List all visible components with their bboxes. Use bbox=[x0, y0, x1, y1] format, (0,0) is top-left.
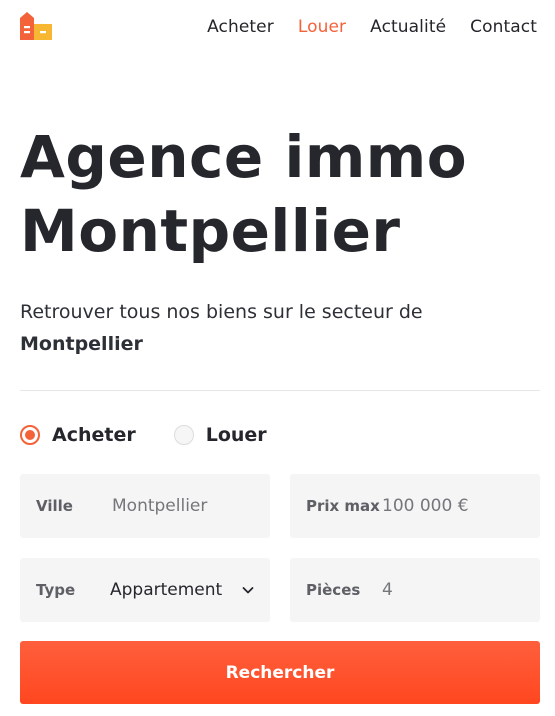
ville-field[interactable]: Ville Montpellier bbox=[20, 474, 270, 538]
radio-louer-label: Louer bbox=[205, 424, 267, 446]
prix-max-input[interactable]: 100 000 € bbox=[382, 496, 469, 516]
prix-max-label: Prix max bbox=[306, 497, 380, 515]
ville-input[interactable]: Montpellier bbox=[112, 496, 207, 516]
page-title: Agence immo Montpellier bbox=[20, 120, 540, 268]
type-selected-value[interactable]: Appartement bbox=[110, 580, 222, 600]
nav-actualite[interactable]: Actualité bbox=[370, 17, 446, 37]
subtitle-city: Montpellier bbox=[20, 333, 143, 355]
type-label: Type bbox=[36, 581, 76, 599]
page-title-line-2: Montpellier bbox=[20, 197, 401, 265]
site-header: Acheter Louer Actualité Contact bbox=[0, 0, 555, 56]
chevron-down-icon[interactable] bbox=[242, 584, 254, 596]
nav-acheter[interactable]: Acheter bbox=[207, 17, 274, 37]
page-subtitle: Retrouver tous nos biens sur le secteur … bbox=[20, 296, 520, 360]
pieces-field[interactable]: Pièces 4 bbox=[290, 558, 540, 622]
radio-acheter[interactable]: Acheter bbox=[20, 424, 136, 446]
section-divider bbox=[20, 390, 540, 391]
page-title-line-1: Agence immo bbox=[20, 123, 468, 191]
radio-acheter-label: Acheter bbox=[52, 424, 136, 446]
radio-unchecked-icon[interactable] bbox=[173, 425, 194, 445]
radio-louer[interactable]: Louer bbox=[173, 424, 267, 446]
pieces-input[interactable]: 4 bbox=[382, 580, 393, 600]
type-select[interactable]: Type Appartement bbox=[20, 558, 270, 622]
buildings-logo-icon[interactable] bbox=[20, 12, 52, 40]
main-nav: Acheter Louer Actualité Contact bbox=[207, 17, 537, 37]
search-button[interactable]: Rechercher bbox=[20, 641, 540, 704]
nav-contact[interactable]: Contact bbox=[470, 17, 537, 37]
radio-checked-icon[interactable] bbox=[20, 425, 40, 445]
pieces-label: Pièces bbox=[306, 581, 361, 599]
transaction-mode-radio-group: Acheter Louer bbox=[20, 424, 267, 446]
prix-max-field[interactable]: Prix max 100 000 € bbox=[290, 474, 540, 538]
ville-label: Ville bbox=[36, 497, 73, 515]
subtitle-text: Retrouver tous nos biens sur le secteur … bbox=[20, 301, 423, 323]
nav-louer[interactable]: Louer bbox=[298, 17, 346, 37]
